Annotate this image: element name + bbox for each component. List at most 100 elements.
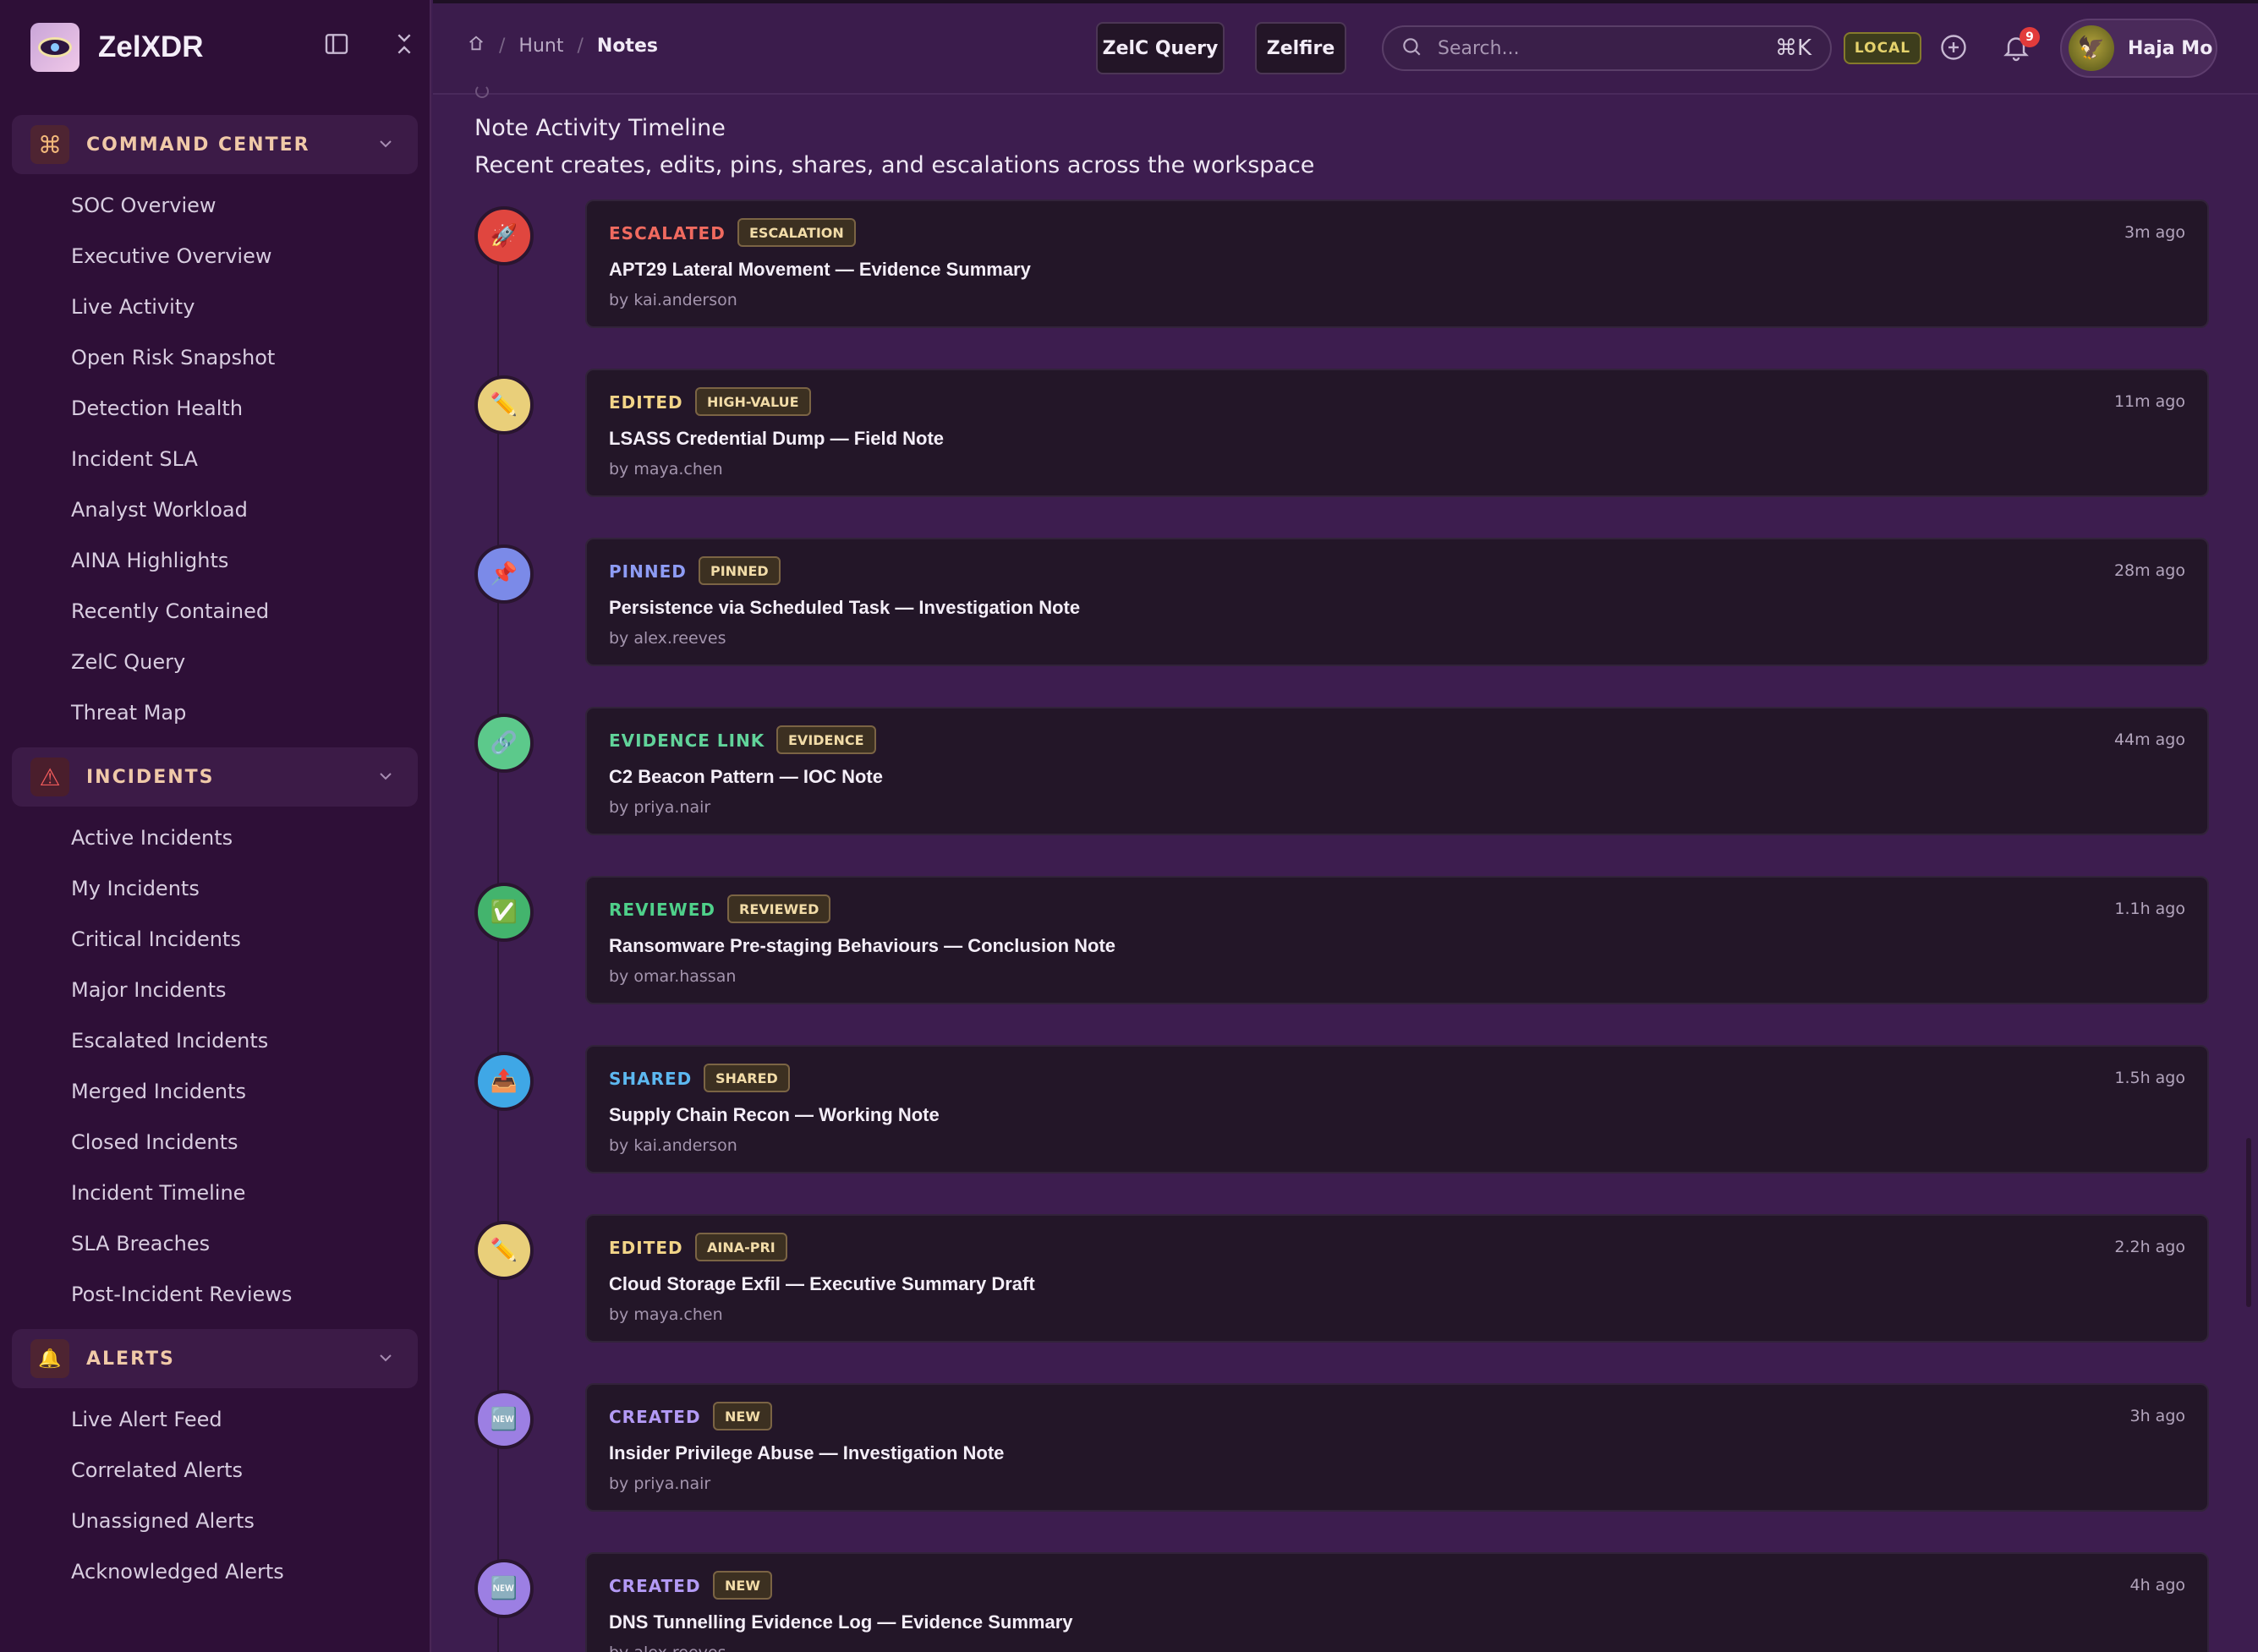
entry-author: by maya.chen [609, 460, 723, 479]
home-icon[interactable] [467, 34, 485, 57]
nav-section-alerts[interactable]: 🔔 ALERTS [12, 1329, 418, 1388]
entry-tag-badge: NEW [713, 1402, 772, 1430]
timeline-entry-card[interactable]: EDITED AINA-PRI Cloud Storage Exfil — Exec… [585, 1214, 2209, 1343]
breadcrumb-separator: / [577, 35, 584, 57]
user-name: Haja Mo [2128, 37, 2213, 59]
bell-icon: 🔔 [30, 1339, 69, 1378]
entry-timestamp: 1.5h ago [2114, 1069, 2185, 1087]
breadcrumb-hunt[interactable]: Hunt [518, 36, 563, 57]
sidebar-item[interactable]: Unassigned Alerts [71, 1509, 255, 1533]
sidebar-item[interactable]: Critical Incidents [71, 927, 241, 951]
zelfire-button[interactable]: Zelfire [1255, 22, 1346, 74]
sidebar-item[interactable]: ZelC Query [71, 650, 185, 674]
sidebar-item[interactable]: Major Incidents [71, 978, 227, 1002]
entry-author: by priya.nair [609, 1474, 711, 1493]
entry-title[interactable]: Persistence via Scheduled Task — Investi… [609, 597, 1080, 619]
nav-section-incidents[interactable]: ⚠ INCIDENTS [12, 747, 418, 807]
entry-timestamp: 2.2h ago [2114, 1238, 2185, 1256]
sidebar-item[interactable]: Acknowledged Alerts [71, 1560, 284, 1584]
entry-timestamp: 11m ago [2113, 392, 2185, 411]
notification-count-badge: 9 [2020, 27, 2040, 47]
entry-title[interactable]: Cloud Storage Exfil — Executive Summary … [609, 1273, 1035, 1295]
entry-tag-badge: AINA-PRI [695, 1233, 787, 1261]
check-icon: ✅ [474, 883, 534, 942]
zelc-query-button[interactable]: ZelC Query [1096, 22, 1225, 74]
timeline-entry-card[interactable]: CREATED NEW Insider Privilege Abuse — Inve… [585, 1383, 2209, 1512]
sidebar-item[interactable]: Incident SLA [71, 447, 198, 471]
sidebar-item[interactable]: Analyst Workload [71, 498, 248, 522]
user-menu[interactable]: 🦅 Haja Mo [2060, 19, 2217, 78]
timeline-entry-card[interactable]: SHARED SHARED Supply Chain Recon — Working… [585, 1045, 2209, 1173]
sidebar-item[interactable]: Threat Map [71, 701, 186, 725]
sidebar-item[interactable]: Merged Incidents [71, 1080, 246, 1103]
sidebar-item[interactable]: Closed Incidents [71, 1130, 238, 1154]
entry-title[interactable]: Insider Privilege Abuse — Investigation … [609, 1442, 1004, 1464]
entry-title[interactable]: C2 Beacon Pattern — IOC Note [609, 766, 883, 788]
timeline-entry-card[interactable]: EDITED HIGH-VALUE LSASS Credential Dump — … [585, 369, 2209, 497]
pencil-icon: ✏️ [474, 375, 534, 435]
nav-section-command-center[interactable]: ⌘ COMMAND CENTER [12, 115, 418, 174]
chevron-down-icon[interactable] [375, 766, 396, 790]
timeline-entry-card[interactable]: PINNED PINNED Persistence via Scheduled Ta… [585, 538, 2209, 666]
scrollbar[interactable] [2246, 1138, 2251, 1307]
sidebar-item[interactable]: Executive Overview [71, 244, 271, 268]
app-name: ZelXDR [98, 30, 204, 63]
pencil-icon: ✏️ [474, 1221, 534, 1280]
timeline-top-marker [475, 85, 489, 98]
entry-title[interactable]: Supply Chain Recon — Working Note [609, 1104, 940, 1126]
sidebar-item[interactable]: SOC Overview [71, 194, 216, 217]
entry-tag-badge: EVIDENCE [776, 725, 876, 754]
nav-section-label: COMMAND CENTER [86, 134, 310, 156]
entry-action-label: ESCALATED [609, 223, 726, 243]
share-icon: 📤 [474, 1052, 534, 1111]
entry-author: by alex.reeves [609, 1644, 726, 1652]
search-icon [1400, 36, 1422, 61]
collapse-icon[interactable] [389, 29, 419, 59]
timeline-subtitle: Recent creates, edits, pins, shares, and… [474, 152, 1315, 178]
timeline-entry-card[interactable]: EVIDENCE LINK EVIDENCE C2 Beacon Pattern —… [585, 707, 2209, 835]
sidebar-item[interactable]: AINA Highlights [71, 549, 228, 572]
search-placeholder: Search... [1438, 37, 1520, 59]
timeline-entry-card[interactable]: REVIEWED REVIEWED Ransomware Pre-staging B… [585, 876, 2209, 1004]
sidebar-item[interactable]: Escalated Incidents [71, 1029, 268, 1053]
entry-timestamp: 4h ago [2129, 1576, 2186, 1595]
chevron-down-icon[interactable] [375, 1348, 396, 1371]
sidebar-item[interactable]: Live Alert Feed [71, 1408, 222, 1431]
sidebar-item[interactable]: Recently Contained [71, 599, 269, 623]
sidebar-item[interactable]: My Incidents [71, 877, 200, 900]
sidebar-item[interactable]: Post-Incident Reviews [71, 1283, 292, 1306]
entry-tag-badge: SHARED [704, 1064, 790, 1092]
timeline-entry-card[interactable]: CREATED NEW DNS Tunnelling Evidence Log — … [585, 1552, 2209, 1652]
add-icon[interactable] [1938, 32, 1969, 66]
search-shortcut: ⌘K [1774, 36, 1811, 61]
entry-tag-badge: NEW [713, 1571, 772, 1600]
nav-section-label: INCIDENTS [86, 766, 215, 788]
entry-tag-badge: ESCALATION [737, 218, 856, 247]
entry-author: by priya.nair [609, 798, 711, 817]
warning-icon: ⚠ [30, 758, 69, 796]
timeline-entry-card[interactable]: ESCALATED ESCALATION APT29 Lateral Movemen… [585, 200, 2209, 328]
entry-title[interactable]: APT29 Lateral Movement — Evidence Summar… [609, 259, 1031, 281]
sidebar-item[interactable]: Incident Timeline [71, 1181, 245, 1205]
sidebar-item[interactable]: Active Incidents [71, 826, 233, 850]
entry-action-label: PINNED [609, 561, 687, 582]
entry-title[interactable]: DNS Tunnelling Evidence Log — Evidence S… [609, 1611, 1073, 1633]
entry-title[interactable]: Ransomware Pre-staging Behaviours — Conc… [609, 935, 1115, 957]
sidebar-item[interactable]: Correlated Alerts [71, 1458, 243, 1482]
entry-tag-badge: REVIEWED [727, 894, 831, 923]
sidebar-item[interactable]: SLA Breaches [71, 1232, 210, 1255]
sidebar-item[interactable]: Open Risk Snapshot [71, 346, 275, 369]
link-icon: 🔗 [474, 714, 534, 773]
sidebar-toggle-icon[interactable] [321, 29, 352, 59]
sidebar-item[interactable]: Detection Health [71, 397, 243, 420]
entry-title[interactable]: LSASS Credential Dump — Field Note [609, 428, 944, 450]
chevron-down-icon[interactable] [375, 134, 396, 157]
entry-timestamp: 28m ago [2113, 561, 2185, 580]
timeline-title: Note Activity Timeline [474, 115, 726, 141]
sidebar-item[interactable]: Live Activity [71, 295, 195, 319]
search-input[interactable]: Search... ⌘K [1382, 25, 1832, 71]
command-icon: ⌘ [30, 125, 69, 164]
entry-author: by alex.reeves [609, 629, 726, 648]
brand: ZelXDR [30, 20, 419, 74]
app-logo[interactable] [30, 23, 79, 72]
